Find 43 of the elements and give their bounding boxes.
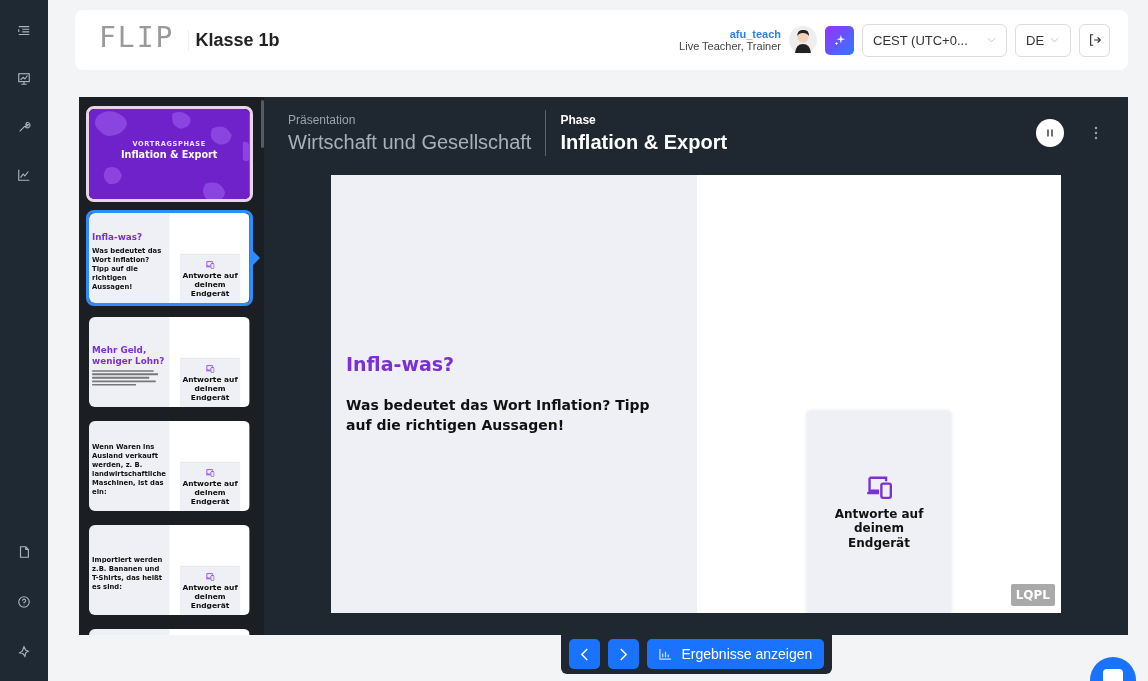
- bar-chart-icon: [658, 648, 672, 660]
- phase-title: Inflation & Export: [560, 130, 728, 154]
- user-role: Live Teacher, Trainer: [679, 40, 781, 52]
- chevron-right-icon: [618, 647, 628, 661]
- chevron-down-icon: [987, 37, 996, 43]
- slide-title: Infla-was?: [92, 231, 144, 243]
- slide-question: Was bedeutet das Wort Inflation? Tipp auf die richtigen Aussagen!: [346, 395, 651, 435]
- more-icon[interactable]: [1094, 126, 1098, 140]
- lqpl-logo: LQPL: [1010, 584, 1055, 606]
- sparkle-button[interactable]: [825, 25, 854, 55]
- chart-icon[interactable]: [17, 168, 31, 182]
- phase-label: Phase: [560, 112, 597, 127]
- sparkle-icon: [832, 33, 847, 47]
- list-icon[interactable]: [17, 24, 31, 38]
- chevron-down-icon: [1050, 37, 1060, 43]
- logo: FLIP: [99, 20, 175, 54]
- presentation-title: Wirtschaft und Gesellschaft: [288, 130, 532, 154]
- wrench-icon[interactable]: [17, 120, 31, 134]
- language-select[interactable]: DE: [1015, 23, 1071, 57]
- document-icon[interactable]: [17, 545, 31, 559]
- slide-title: Inflation & Export: [120, 149, 218, 161]
- previous-button[interactable]: [569, 639, 600, 669]
- next-button[interactable]: [607, 639, 639, 669]
- show-results-button[interactable]: Ergebnisse anzeigen: [646, 639, 824, 669]
- class-name: Klasse 1b: [188, 29, 280, 51]
- help-icon[interactable]: [17, 595, 31, 609]
- answer-hint: Antworte auf deinem Endgerät: [833, 507, 925, 551]
- selection-pointer: [253, 251, 260, 265]
- slide-title: Mehr Geld, weniger Lohn?: [92, 344, 166, 366]
- chat-button[interactable]: [1090, 657, 1136, 681]
- pause-icon: [1045, 128, 1055, 138]
- pause-button[interactable]: [1036, 119, 1064, 147]
- chevron-left-icon: [579, 647, 589, 661]
- presentation-label: Präsentation: [288, 112, 357, 127]
- presentation-icon[interactable]: [17, 72, 31, 86]
- logout-icon: [1087, 33, 1102, 47]
- timezone-select[interactable]: CEST (UTC+0...: [862, 23, 1007, 57]
- logout-button[interactable]: [1079, 23, 1110, 57]
- user-name: afu_teach: [729, 28, 781, 40]
- avatar-icon[interactable]: [789, 26, 817, 54]
- slide-title: Infla-was?: [346, 352, 456, 375]
- text-lines-drawing: [92, 370, 158, 386]
- scrollbar[interactable]: [261, 100, 264, 148]
